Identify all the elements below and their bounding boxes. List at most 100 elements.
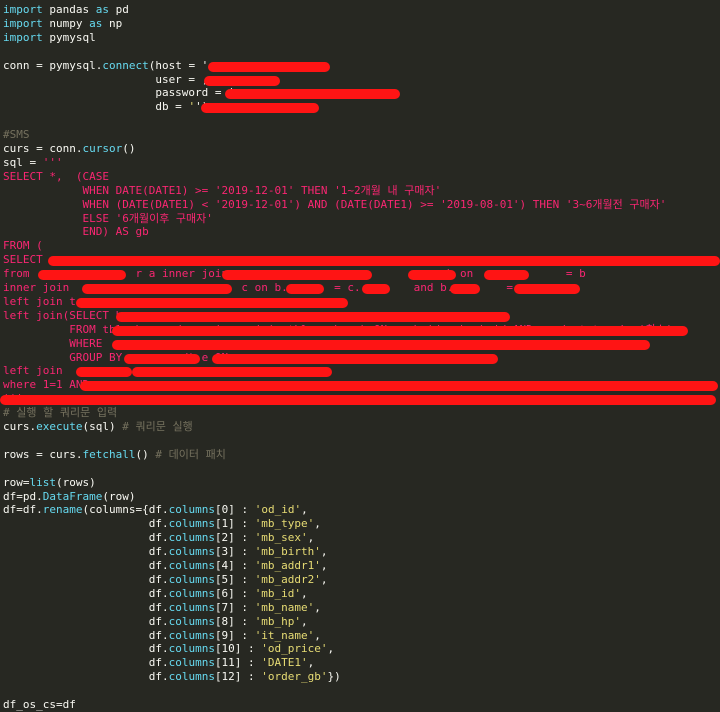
code-token: # 데이터 패치 bbox=[155, 447, 226, 461]
code-line: df.columns[9] : 'it_name', bbox=[3, 629, 321, 643]
code-line: df.columns[8] : 'mb_hp', bbox=[3, 615, 308, 629]
code-token: (columns={df. bbox=[82, 503, 169, 517]
code-token: columns bbox=[168, 531, 215, 545]
code-editor[interactable]: import pandas as pd import numpy as np imp… bbox=[0, 0, 720, 711]
code-token: df. bbox=[3, 656, 169, 670]
code-line: import pymysql bbox=[3, 31, 96, 45]
code-token: cursor bbox=[82, 142, 123, 155]
code-token: columns bbox=[168, 656, 215, 670]
code-token: columns bbox=[168, 503, 215, 517]
code-token: WHERE bbox=[3, 336, 103, 350]
code-token: SELECT bbox=[3, 253, 43, 267]
redaction-mark bbox=[76, 367, 132, 378]
code-token: df=pd. bbox=[3, 489, 43, 503]
code-token: , bbox=[314, 628, 321, 642]
code-line: SELECT bbox=[3, 253, 43, 267]
code-token: 'mb_addr1' bbox=[254, 559, 321, 572]
code-token: [7] : bbox=[214, 600, 255, 614]
code-token: numpy bbox=[42, 16, 90, 30]
code-token: rename bbox=[42, 503, 83, 517]
code-line: curs.execute(sql) # 쿼리문 실행 bbox=[3, 420, 193, 434]
code-token: [9] : bbox=[214, 628, 255, 642]
redaction-mark bbox=[124, 353, 200, 364]
redaction-mark bbox=[450, 284, 480, 294]
code-line: left join t bbox=[3, 295, 76, 309]
code-token: import bbox=[3, 30, 43, 44]
code-token: , bbox=[307, 531, 315, 545]
code-token: df. bbox=[3, 531, 169, 545]
code-line: sql = ''' bbox=[3, 156, 63, 170]
code-token: }) bbox=[327, 670, 341, 684]
code-token: columns bbox=[168, 586, 215, 600]
code-token: df. bbox=[3, 572, 169, 586]
redaction-mark bbox=[408, 270, 456, 281]
code-token: columns bbox=[168, 517, 215, 531]
code-token: ''' bbox=[42, 155, 63, 169]
code-token: columns bbox=[168, 628, 215, 642]
code-token: user = bbox=[3, 72, 202, 86]
code-token: ELSE '6개월이후 구매자' bbox=[3, 211, 213, 225]
code-token: np bbox=[102, 16, 123, 30]
code-token: connect bbox=[102, 58, 149, 72]
code-token: columns bbox=[168, 600, 215, 614]
code-line: left join bbox=[3, 364, 63, 378]
code-token: [3] : bbox=[214, 545, 255, 559]
code-token: # 실행 할 쿼리문 입력 bbox=[3, 406, 118, 420]
code-token: rows = curs. bbox=[3, 447, 83, 461]
code-token: [6] : bbox=[214, 586, 255, 600]
code-token: [12] : bbox=[214, 670, 262, 684]
code-token: [2] : bbox=[214, 531, 255, 545]
code-token: list bbox=[29, 475, 57, 489]
code-line: df.columns[11] : 'DATE1', bbox=[3, 656, 315, 670]
code-token: import bbox=[3, 16, 43, 30]
code-line: WHEN DATE(DATE1) >= '2019-12-01' THEN '1… bbox=[3, 184, 441, 198]
code-token: , bbox=[314, 517, 321, 531]
code-line: SELECT *, (CASE bbox=[3, 170, 109, 184]
code-token: row= bbox=[3, 475, 30, 489]
code-token: df. bbox=[3, 586, 169, 600]
code-line: rows = curs.fetchall() # 데이터 패치 bbox=[3, 448, 226, 462]
code-token: df. bbox=[3, 614, 169, 628]
code-token: as bbox=[89, 16, 103, 30]
code-token: curs. bbox=[3, 420, 37, 433]
code-token: [1] : bbox=[214, 517, 255, 531]
redaction-mark bbox=[201, 103, 319, 114]
code-line: db = '') bbox=[3, 100, 208, 114]
code-token: conn = pymysql. bbox=[3, 58, 103, 72]
code-token: , bbox=[301, 503, 308, 517]
code-token: , bbox=[320, 572, 328, 586]
code-line: df.columns[6] : 'mb_id', bbox=[3, 587, 308, 601]
code-token: import bbox=[3, 3, 43, 16]
code-token: df. bbox=[3, 517, 169, 531]
code-token: #SMS bbox=[3, 128, 30, 142]
code-token: (rows) bbox=[56, 475, 96, 489]
code-token: 'mb_addr2' bbox=[254, 572, 321, 586]
redaction-mark bbox=[514, 284, 580, 294]
code-token: columns bbox=[168, 614, 215, 628]
code-token: 'od_price' bbox=[261, 642, 328, 656]
code-token: left join bbox=[3, 364, 63, 378]
code-line: df.columns[4] : 'mb_addr1', bbox=[3, 559, 328, 573]
code-line: END) AS gb bbox=[3, 225, 148, 239]
redaction-mark bbox=[225, 89, 400, 100]
code-token: 'mb_hp' bbox=[254, 614, 302, 628]
code-token: , bbox=[327, 642, 335, 656]
code-token: df. bbox=[3, 559, 169, 572]
code-token: as bbox=[95, 3, 109, 16]
code-token: WHEN (DATE(DATE1) < '2019-12-01') AND (D… bbox=[3, 197, 667, 211]
code-line: df.columns[3] : 'mb_birth', bbox=[3, 545, 328, 559]
redaction-mark bbox=[212, 353, 498, 364]
code-line: df=pd.DataFrame(row) bbox=[3, 490, 135, 504]
code-token: curs = conn. bbox=[3, 142, 83, 155]
code-token: FROM ( bbox=[3, 239, 43, 253]
code-token: WHEN DATE(DATE1) >= '2019-12-01' THEN '1… bbox=[3, 183, 442, 197]
code-token: 'DATE1' bbox=[261, 656, 308, 670]
code-line: df.columns[7] : 'mb_name', bbox=[3, 601, 321, 615]
code-line: conn = pymysql.connect(host = ' bbox=[3, 59, 208, 73]
code-token: , bbox=[301, 586, 308, 600]
code-token: , bbox=[320, 545, 328, 559]
code-line: import pandas as pd bbox=[3, 3, 129, 17]
code-token: fetchall bbox=[82, 447, 136, 461]
code-line: df_os_cs=df bbox=[3, 698, 76, 712]
redaction-mark bbox=[112, 339, 650, 350]
